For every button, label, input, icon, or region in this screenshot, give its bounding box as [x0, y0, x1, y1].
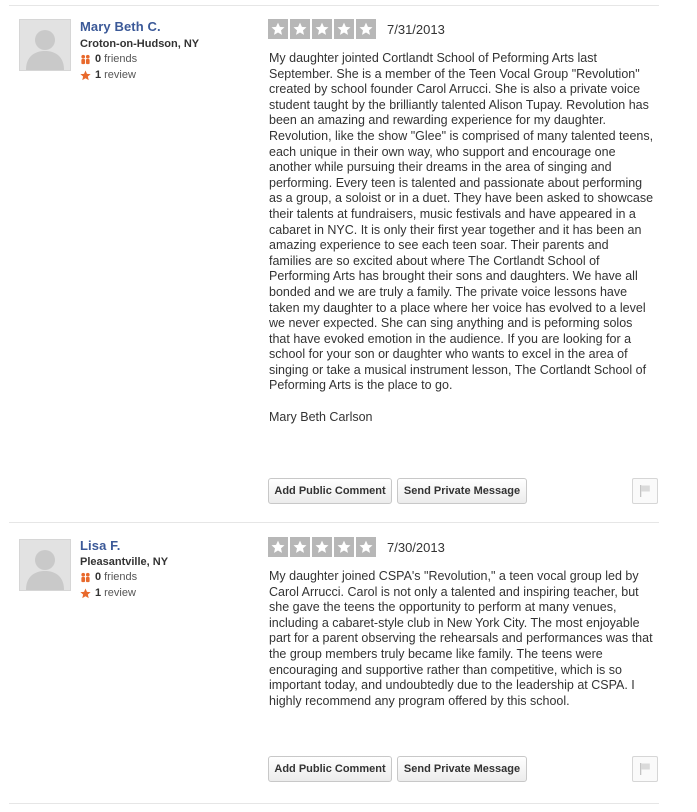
review-text: My daughter jointed Cortlandt School of …	[269, 51, 654, 425]
avatar[interactable]	[19, 539, 71, 591]
user-name-link[interactable]: Lisa F.	[80, 538, 120, 553]
star-rating	[268, 19, 378, 39]
review-body: My daughter jointed Cortlandt School of …	[269, 51, 654, 393]
star-icon	[356, 537, 376, 557]
friends-icon	[81, 54, 90, 64]
star-icon	[268, 537, 288, 557]
reviews-count[interactable]: 1 review	[80, 69, 136, 81]
friends-count-value: 0	[95, 53, 102, 65]
send-private-message-button[interactable]: Send Private Message	[397, 478, 527, 504]
flag-review-button[interactable]	[632, 478, 658, 504]
star-icon	[290, 19, 310, 39]
star-icon	[334, 19, 354, 39]
review-body: My daughter joined CSPA's "Revolution," …	[269, 569, 653, 708]
add-public-comment-button[interactable]: Add Public Comment	[268, 478, 392, 504]
review-item: Lisa F. Pleasantville, NY 0 friends 1 re…	[0, 523, 697, 803]
review-star-icon	[80, 69, 91, 80]
reviews-label: review	[104, 69, 136, 81]
reviews-count-value: 1	[95, 69, 102, 81]
flag-icon	[640, 485, 650, 497]
star-icon	[268, 19, 288, 39]
star-rating	[268, 537, 378, 557]
star-icon	[312, 19, 332, 39]
send-private-message-button[interactable]: Send Private Message	[397, 756, 527, 782]
review-star-icon	[80, 587, 91, 598]
reviews-count[interactable]: 1 review	[80, 587, 136, 599]
friends-count[interactable]: 0 friends	[80, 53, 137, 65]
star-icon	[290, 537, 310, 557]
review-item: Mary Beth C. Croton-on-Hudson, NY 0 frie…	[0, 0, 697, 522]
friends-count-value: 0	[95, 571, 102, 583]
user-location: Pleasantville, NY	[80, 556, 169, 568]
friends-count[interactable]: 0 friends	[80, 571, 137, 583]
flag-review-button[interactable]	[632, 756, 658, 782]
review-date: 7/31/2013	[387, 22, 445, 37]
add-public-comment-button[interactable]: Add Public Comment	[268, 756, 392, 782]
star-icon	[356, 19, 376, 39]
review-signature: Mary Beth Carlson	[269, 409, 373, 424]
reviews-label: review	[104, 587, 136, 599]
friends-label: friends	[104, 53, 138, 65]
star-icon	[334, 537, 354, 557]
flag-icon	[640, 763, 650, 775]
friends-label: friends	[104, 571, 138, 583]
default-user-icon	[20, 20, 70, 70]
star-icon	[312, 537, 332, 557]
review-date: 7/30/2013	[387, 540, 445, 555]
divider	[9, 803, 659, 804]
review-text: My daughter joined CSPA's "Revolution," …	[269, 569, 654, 709]
avatar[interactable]	[19, 19, 71, 71]
default-user-icon	[20, 540, 70, 590]
friends-icon	[81, 572, 90, 582]
user-name-link[interactable]: Mary Beth C.	[80, 19, 161, 34]
user-location: Croton-on-Hudson, NY	[80, 38, 200, 50]
reviews-count-value: 1	[95, 587, 102, 599]
